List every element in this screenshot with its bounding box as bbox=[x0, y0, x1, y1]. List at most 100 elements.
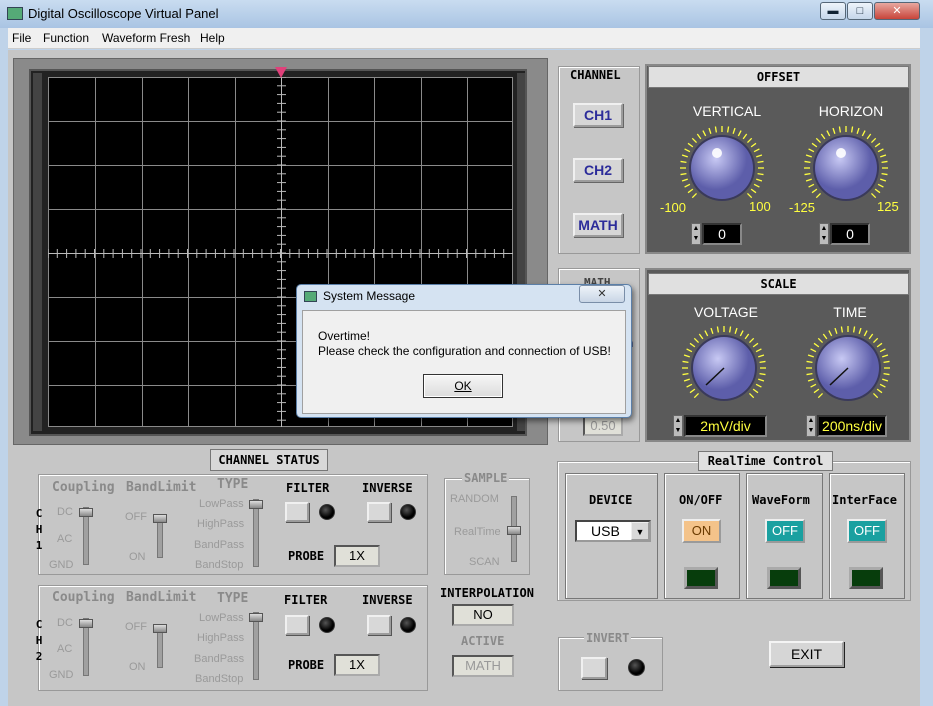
knob-scale-tick bbox=[879, 348, 886, 353]
ch2-inverse-label: INVERSE bbox=[362, 593, 413, 607]
minimize-button[interactable]: ▬ bbox=[820, 2, 846, 20]
menu-function[interactable]: Function bbox=[43, 31, 89, 45]
knob-scale-tick bbox=[858, 327, 862, 334]
invert-button[interactable] bbox=[581, 657, 607, 679]
ch1-button[interactable]: CH1 bbox=[573, 103, 623, 127]
knob-scale-tick bbox=[806, 372, 813, 376]
knob-scale-tick bbox=[684, 148, 691, 153]
interpolation-value[interactable]: NO bbox=[452, 604, 514, 626]
knob-scale-tick bbox=[756, 178, 763, 182]
sample-thumb[interactable] bbox=[507, 526, 521, 535]
knob-scale-tick bbox=[693, 392, 700, 399]
ch1-type-lowpass: LowPass bbox=[199, 498, 244, 510]
knob-scale-tick bbox=[880, 154, 887, 158]
ch1-type-bandstop: BandStop bbox=[195, 559, 244, 571]
knob-scale-tick bbox=[810, 348, 817, 353]
menu-waveform-fresh[interactable]: Waveform Fresh bbox=[102, 31, 190, 45]
knob-scale-tick bbox=[850, 126, 854, 133]
time-value[interactable]: 200ns/div bbox=[817, 415, 887, 437]
ch2-inverse-button[interactable] bbox=[367, 615, 391, 635]
maximize-button[interactable]: □ bbox=[847, 2, 873, 20]
ch2-type-thumb[interactable] bbox=[249, 613, 263, 622]
menu-help[interactable]: Help bbox=[200, 31, 225, 45]
knob-scale-tick bbox=[805, 154, 812, 158]
knob-scale-tick bbox=[732, 127, 736, 134]
horizon-value[interactable]: 0 bbox=[830, 223, 870, 245]
ch1-inverse-button[interactable] bbox=[367, 502, 391, 522]
voltage-spin-arrows[interactable]: ▲ ▼ bbox=[673, 415, 683, 437]
ch2-button[interactable]: CH2 bbox=[573, 158, 623, 182]
math-button[interactable]: MATH bbox=[573, 213, 623, 237]
voltage-value[interactable]: 2mV/div bbox=[684, 415, 767, 437]
knob-scale-tick bbox=[687, 188, 694, 194]
ch2-coupling-thumb[interactable] bbox=[79, 619, 93, 628]
offset-header: OFFSET bbox=[648, 66, 909, 88]
knob-scale-tick bbox=[689, 388, 696, 394]
onoff-indicator bbox=[684, 567, 718, 589]
time-scale-knob[interactable] bbox=[800, 320, 896, 416]
knob-scale-tick bbox=[716, 326, 720, 333]
onoff-button[interactable]: ON bbox=[682, 519, 721, 543]
dialog-message-line1: Overtime! bbox=[318, 329, 371, 343]
device-label: DEVICE bbox=[589, 493, 633, 507]
knob-scale-tick bbox=[758, 378, 765, 382]
knob-scale-tick bbox=[883, 372, 890, 376]
waveform-button[interactable]: OFF bbox=[765, 519, 805, 543]
knob-scale-tick bbox=[834, 327, 838, 334]
knob-scale-tick bbox=[866, 133, 872, 140]
ch1-filter-button[interactable] bbox=[285, 502, 309, 522]
trigger-marker-icon[interactable] bbox=[275, 67, 289, 79]
vertical-spin-arrows[interactable]: ▲ ▼ bbox=[691, 223, 701, 245]
knob-scale-tick bbox=[696, 133, 702, 140]
ch1-type-slider[interactable] bbox=[253, 499, 259, 567]
vertical-value[interactable]: 0 bbox=[702, 223, 742, 245]
knob-scale-tick bbox=[683, 378, 690, 382]
close-button[interactable]: ✕ bbox=[874, 2, 920, 20]
ch2-type-slider[interactable] bbox=[253, 612, 259, 680]
ch2-band-thumb[interactable] bbox=[153, 624, 167, 633]
dialog-close-button[interactable]: ✕ bbox=[579, 285, 625, 303]
voltage-scale-knob[interactable] bbox=[676, 320, 772, 416]
ch2-type-bandpass: BandPass bbox=[194, 653, 245, 665]
realtime-header: RealTime Control bbox=[698, 451, 833, 471]
knob-scale-tick bbox=[876, 388, 883, 394]
ch1-inverse-led bbox=[400, 504, 416, 520]
sample-realtime: RealTime bbox=[454, 526, 501, 538]
dialog-title: System Message bbox=[323, 289, 416, 303]
invert-led bbox=[628, 659, 645, 676]
knob-scale-tick bbox=[691, 137, 698, 144]
knob-scale-tick bbox=[872, 392, 879, 399]
knob-scale-tick bbox=[822, 333, 828, 340]
horizon-spin-arrows[interactable]: ▲ ▼ bbox=[819, 223, 829, 245]
chevron-down-icon[interactable]: ▼ bbox=[631, 522, 649, 540]
ch1-band-thumb[interactable] bbox=[153, 514, 167, 523]
knob-scale-tick bbox=[702, 130, 707, 137]
interface-button[interactable]: OFF bbox=[847, 519, 887, 543]
ch1-bandlimit-label: BandLimit bbox=[126, 480, 197, 495]
ch1-coupling-thumb[interactable] bbox=[79, 508, 93, 517]
active-header: ACTIVE bbox=[461, 634, 505, 648]
knob-scale-tick bbox=[746, 137, 753, 144]
knob-scale-tick bbox=[811, 142, 818, 148]
ch1-type-thumb[interactable] bbox=[249, 500, 263, 509]
ch1-coupling-gnd: GND bbox=[49, 559, 74, 571]
ch2-filter-button[interactable] bbox=[285, 615, 309, 635]
knob-scale-tick bbox=[757, 172, 764, 176]
exit-button[interactable]: EXIT bbox=[769, 641, 844, 667]
dialog-ok-button[interactable]: OK bbox=[423, 374, 503, 398]
ch1-probe-label: PROBE bbox=[288, 549, 325, 563]
invert-header: INVERT bbox=[584, 631, 632, 645]
knob-scale-tick bbox=[880, 178, 887, 182]
knob-scale-tick bbox=[680, 160, 687, 164]
ch2-probe-value[interactable]: 1X bbox=[334, 654, 380, 676]
knob-scale-tick bbox=[840, 326, 844, 333]
active-value[interactable]: MATH bbox=[452, 655, 514, 677]
ch1-probe-value[interactable]: 1X bbox=[334, 545, 380, 567]
menu-file[interactable]: File bbox=[12, 31, 31, 45]
knob-scale-tick bbox=[808, 183, 815, 188]
time-spin-arrows[interactable]: ▲ ▼ bbox=[806, 415, 816, 437]
scale-header: SCALE bbox=[648, 273, 909, 295]
knob-scale-tick bbox=[832, 127, 836, 134]
knob-scale-tick bbox=[807, 354, 814, 358]
knob-scale-tick bbox=[752, 342, 759, 348]
